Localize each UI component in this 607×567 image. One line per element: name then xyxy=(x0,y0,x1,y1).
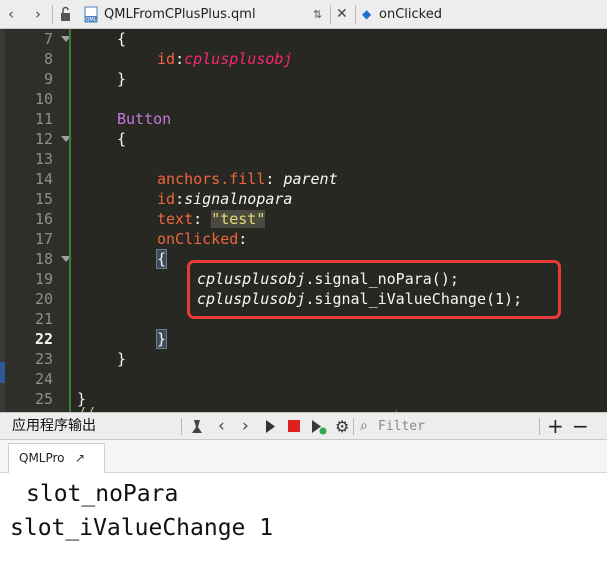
line-number: 23 xyxy=(34,350,53,368)
matching-brace: { xyxy=(155,249,168,269)
line-number: 25 xyxy=(34,390,53,408)
output-pane-toolbar: 应用程序输出 ‹ › ⚙ ⌕ Filter + − xyxy=(0,412,607,440)
line-number: 10 xyxy=(34,90,53,108)
toolbar-separator xyxy=(355,5,356,24)
toolbar-separator xyxy=(353,418,354,435)
code-line: { xyxy=(117,30,127,48)
output-pane-title: 应用程序输出 xyxy=(12,418,96,434)
code-lines: { id:cplusplusobj } Button { anchors.fil… xyxy=(77,29,607,412)
minus-icon[interactable]: − xyxy=(572,413,589,440)
application-output: slot_noPara slot_iValueChange 1 xyxy=(0,473,607,567)
code-line: id:signalnopara xyxy=(157,190,293,208)
line-number: 18 xyxy=(34,250,53,268)
updown-arrows-icon[interactable]: ⇅ xyxy=(313,0,322,29)
code-line: Button xyxy=(117,110,172,128)
qt-creator-window: ‹ › QML QMLFromCPlusPlus.qml ⇅ ✕ ◆ onCli… xyxy=(0,0,607,567)
tab-label: QMLPro xyxy=(19,451,65,465)
line-number: 20 xyxy=(34,290,53,308)
matching-brace: } xyxy=(155,329,168,349)
line-number: 14 xyxy=(34,170,53,188)
line-number: 24 xyxy=(34,370,53,388)
plus-icon[interactable]: + xyxy=(547,413,564,440)
output-line: slot_noPara xyxy=(26,481,179,507)
code-line: text: "test" xyxy=(157,210,266,228)
line-number-gutter: 7 8 9 10 11 12 13 14 15 16 17 18 19 20 2… xyxy=(5,29,71,412)
search-icon: ⌕ xyxy=(360,418,368,434)
code-line: } xyxy=(77,390,87,408)
file-name-dropdown[interactable]: QMLFromCPlusPlus.qml xyxy=(104,0,256,29)
code-line: } xyxy=(117,70,127,88)
previous-icon[interactable]: ‹ xyxy=(218,413,225,440)
code-line: anchors.fill: parent xyxy=(157,170,338,188)
pin-icon[interactable]: ↗ xyxy=(75,444,85,472)
line-number: 9 xyxy=(43,70,53,88)
close-icon[interactable]: ✕ xyxy=(336,0,348,29)
code-line: id:cplusplusobj xyxy=(157,50,293,68)
line-number: 13 xyxy=(34,150,53,168)
symbol-diamond-icon: ◆ xyxy=(362,7,372,21)
output-tabs: QMLPro ↗ xyxy=(0,440,607,473)
line-number: 11 xyxy=(34,110,53,128)
current-line-number: 22 xyxy=(34,330,53,348)
forward-arrow-icon[interactable]: › xyxy=(35,0,41,29)
editor-toolbar: ‹ › QML QMLFromCPlusPlus.qml ⇅ ✕ ◆ onCli… xyxy=(0,0,607,29)
symbol-dropdown[interactable]: onClicked xyxy=(379,0,442,29)
code-line: onClicked: xyxy=(157,230,248,248)
modified-lines-bar xyxy=(69,29,71,412)
line-number: 8 xyxy=(43,50,53,68)
lock-icon[interactable] xyxy=(59,0,72,29)
line-number: 16 xyxy=(34,210,53,228)
code-editor[interactable]: 7 8 9 10 11 12 13 14 15 16 17 18 19 20 2… xyxy=(0,29,607,412)
debug-run-icon[interactable] xyxy=(310,413,328,440)
toolbar-separator xyxy=(181,418,182,435)
gear-icon[interactable]: ⚙ xyxy=(335,413,349,440)
stop-icon[interactable] xyxy=(287,413,301,440)
svg-text:QML: QML xyxy=(85,17,96,23)
run-icon[interactable] xyxy=(263,413,277,440)
code-line: } xyxy=(155,329,168,349)
tab-qmlpro[interactable]: QMLPro ↗ xyxy=(8,443,105,473)
line-number: 15 xyxy=(34,190,53,208)
code-line: { xyxy=(155,249,168,269)
code-line: } xyxy=(117,350,127,368)
line-number: 19 xyxy=(34,270,53,288)
line-number: 12 xyxy=(34,130,53,148)
filter-input[interactable]: Filter xyxy=(378,413,425,440)
next-icon[interactable]: › xyxy=(242,413,249,440)
back-arrow-icon[interactable]: ‹ xyxy=(8,0,14,29)
qml-file-icon: QML xyxy=(83,0,99,29)
line-number: 17 xyxy=(34,230,53,248)
toolbar-separator xyxy=(539,418,540,435)
toolbar-separator xyxy=(52,5,53,24)
line-number: 21 xyxy=(34,310,53,328)
toolbar-separator xyxy=(330,5,331,24)
clean-icon[interactable] xyxy=(189,413,205,440)
output-line: slot_iValueChange 1 xyxy=(10,515,274,541)
highlight-box xyxy=(187,260,561,319)
code-line: { xyxy=(117,130,127,148)
line-number: 7 xyxy=(43,30,53,48)
